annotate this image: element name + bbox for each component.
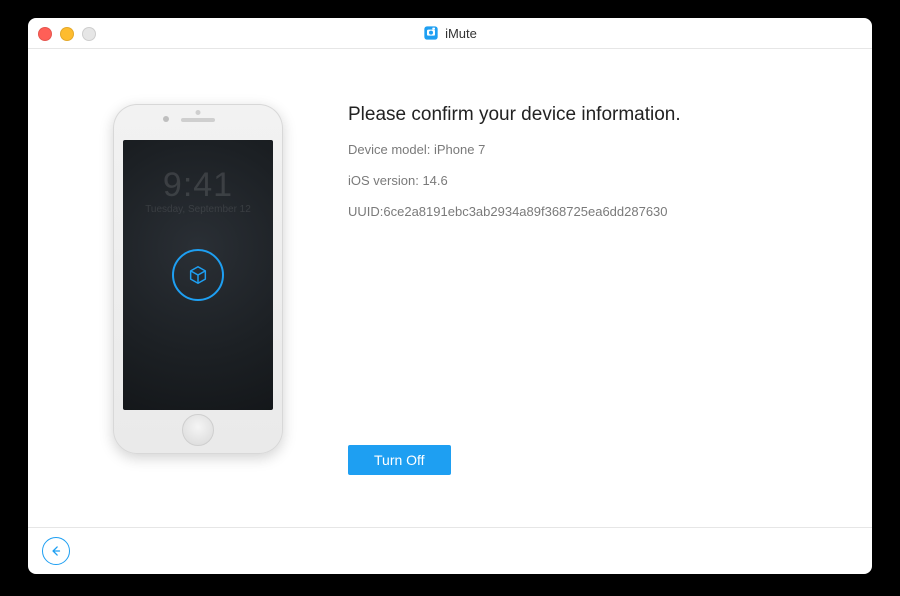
device-preview-pane: 9:41 Tuesday, September 12 xyxy=(78,104,318,507)
phone-date: Tuesday, September 12 xyxy=(123,204,273,215)
device-illustration: 9:41 Tuesday, September 12 xyxy=(113,104,283,454)
window-close-button[interactable] xyxy=(38,27,52,41)
ios-version-label: iOS version: xyxy=(348,173,419,188)
ios-version-value: 14.6 xyxy=(422,173,447,188)
window-controls xyxy=(38,27,96,41)
uuid-label: UUID: xyxy=(348,204,383,219)
window-minimize-button[interactable] xyxy=(60,27,74,41)
window-zoom-button xyxy=(82,27,96,41)
window-title: iMute xyxy=(423,25,477,41)
app-title-text: iMute xyxy=(445,26,477,41)
device-info-pane: Please confirm your device information. … xyxy=(318,104,832,507)
uuid-value: 6ce2a8191ebc3ab2934a89f368725ea6dd287630 xyxy=(383,204,667,219)
device-model-label: Device model: xyxy=(348,142,430,157)
footer xyxy=(28,527,872,574)
turn-off-button[interactable]: Turn Off xyxy=(348,445,451,475)
ios-version-line: iOS version: 14.6 xyxy=(348,173,832,188)
arrow-left-icon xyxy=(49,544,63,558)
content-area: 9:41 Tuesday, September 12 xyxy=(28,49,872,527)
app-icon xyxy=(423,25,439,41)
app-window: iMute 9:41 Tuesday, September 12 xyxy=(28,18,872,574)
action-row: Turn Off xyxy=(348,445,832,475)
phone-clock: 9:41 xyxy=(123,166,273,205)
back-button[interactable] xyxy=(42,537,70,565)
cube-icon xyxy=(172,249,224,301)
uuid-line: UUID:6ce2a8191ebc3ab2934a89f368725ea6dd2… xyxy=(348,204,832,219)
device-model-value: iPhone 7 xyxy=(434,142,485,157)
titlebar: iMute xyxy=(28,18,872,49)
device-model-line: Device model: iPhone 7 xyxy=(348,142,832,157)
confirm-heading: Please confirm your device information. xyxy=(348,104,832,126)
